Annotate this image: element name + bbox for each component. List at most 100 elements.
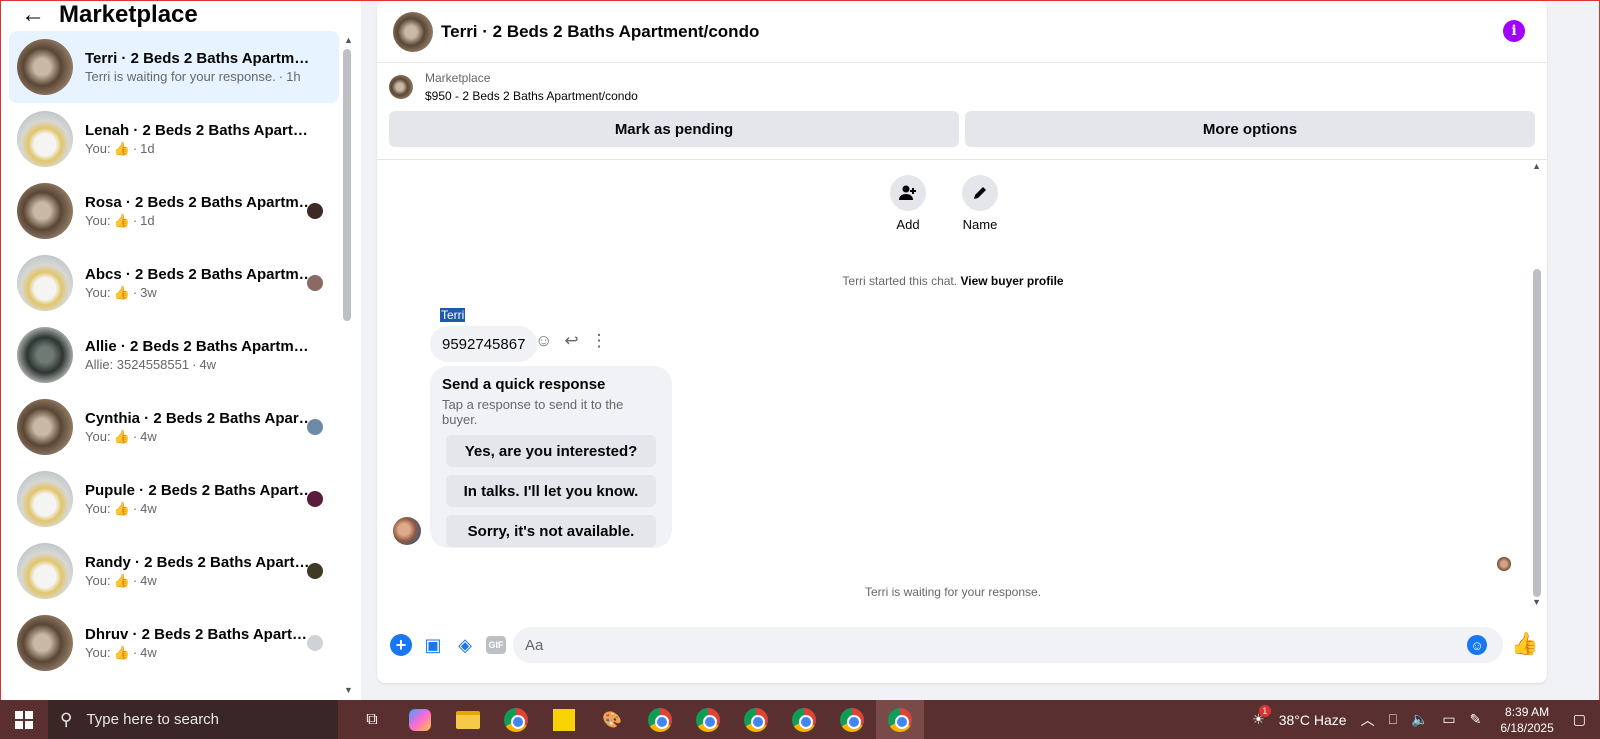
windows-taskbar: ⚲ Type here to search ⧉ 🎨 ☀ 1 38°C Haze ︿… <box>0 700 1600 739</box>
clock[interactable]: 8:39 AM 6/18/2025 <box>1500 704 1553 736</box>
chat-avatar[interactable] <box>393 11 433 52</box>
info-icon[interactable]: i <box>1503 20 1525 42</box>
weather-badge: 1 <box>1258 705 1271 717</box>
chrome-icon[interactable] <box>492 700 540 739</box>
view-buyer-profile-link[interactable]: View buyer profile <box>960 274 1063 288</box>
more-options-button[interactable]: More options <box>965 111 1535 147</box>
thumbs-up-icon: 👍 <box>113 284 130 300</box>
conversation-preview: You: <box>85 501 111 516</box>
conversation-item[interactable]: Abcs · 2 Beds 2 Baths Apartment/condo Yo… <box>9 247 339 319</box>
conversation-name: Abcs · 2 Beds 2 Baths Apartment/condo <box>85 265 315 283</box>
task-view-icon[interactable]: ⧉ <box>348 700 396 739</box>
conversation-item[interactable]: Pupule · 2 Beds 2 Baths Apartment/condo … <box>9 463 339 535</box>
conversation-preview: You: <box>85 141 111 156</box>
thumbs-up-send-icon[interactable]: 👍 <box>1511 631 1538 657</box>
volume-icon[interactable]: 🔈 <box>1411 711 1428 728</box>
weather-icon[interactable]: ☀ 1 <box>1252 705 1271 728</box>
separator: · <box>132 645 138 660</box>
listing-thumbnail <box>17 615 73 671</box>
meet-icon[interactable]: ⎕ <box>1389 711 1397 728</box>
notification-icon[interactable]: ▢ <box>1573 711 1586 728</box>
chrome-profile-icon[interactable] <box>636 700 684 739</box>
network-icon[interactable]: ▭ <box>1442 711 1455 728</box>
scroll-down-arrow-icon[interactable]: ▼ <box>1532 597 1541 607</box>
sticker-icon[interactable]: ◈ <box>454 634 476 656</box>
message-bubble[interactable]: 9592745867 <box>430 326 538 362</box>
sidebar-header: ← Marketplace <box>1 1 341 29</box>
chrome-profile-icon[interactable] <box>828 700 876 739</box>
conversation-time: 1d <box>140 213 155 228</box>
back-arrow-icon[interactable]: ← <box>21 3 45 27</box>
emoji-icon[interactable]: ☺ <box>1467 635 1487 655</box>
conversation-time: 4w <box>199 357 217 372</box>
chrome-profile-icon[interactable] <box>684 700 732 739</box>
separator: · <box>192 357 197 372</box>
chat-started-text: Terri started this chat. <box>842 274 958 288</box>
separator: · <box>132 213 138 228</box>
photo-icon[interactable]: ▣ <box>422 634 444 656</box>
listing-thumbnail <box>17 111 73 167</box>
file-explorer-icon[interactable] <box>444 700 492 739</box>
scroll-up-arrow-icon[interactable]: ▲ <box>1532 161 1541 171</box>
chrome-profile-icon[interactable] <box>876 700 924 739</box>
separator: · <box>132 501 138 516</box>
plus-icon[interactable]: + <box>390 634 412 656</box>
conversation-name: Dhruv · 2 Beds 2 Baths Apartment/condo <box>85 625 315 643</box>
add-people-button[interactable]: Add <box>889 175 927 232</box>
start-button[interactable] <box>0 700 48 739</box>
quick-reply-button[interactable]: Yes, are you interested? <box>446 435 656 467</box>
waiting-notice: Terri is waiting for your response. <box>864 585 1042 599</box>
taskbar-search[interactable]: ⚲ Type here to search <box>48 700 338 739</box>
messenger-window: ← Marketplace Terri · 2 Beds 2 Baths Apa… <box>0 0 1600 701</box>
react-smiley-icon[interactable]: ☺ <box>535 331 552 351</box>
gif-icon[interactable]: GIF <box>486 636 506 654</box>
thumbs-up-icon: 👍 <box>113 140 130 156</box>
thread-scrollbar-thumb[interactable] <box>1533 269 1541 597</box>
search-icon: ⚲ <box>60 709 73 729</box>
quick-reply-button[interactable]: Sorry, it's not available. <box>446 515 656 547</box>
reply-arrow-icon[interactable]: ↩ <box>564 331 578 351</box>
conversation-item[interactable]: Dhruv · 2 Beds 2 Baths Apartment/condo Y… <box>9 607 339 679</box>
name-chat-button[interactable]: Name <box>961 175 999 232</box>
buyer-avatar[interactable] <box>393 517 421 545</box>
paint-icon[interactable]: 🎨 <box>588 700 636 739</box>
listing-kicker: Marketplace <box>425 71 491 85</box>
chrome-profile-icon[interactable] <box>732 700 780 739</box>
chat-title[interactable]: Terri · 2 Beds 2 Baths Apartment/condo <box>441 22 759 42</box>
conversation-item[interactable]: Allie · 2 Beds 2 Baths Apartment/condo A… <box>9 319 339 391</box>
message-composer: + ▣ ◈ GIF ☺ 👍 <box>377 621 1547 669</box>
mark-as-pending-button[interactable]: Mark as pending <box>389 111 959 147</box>
chrome-profile-icon[interactable] <box>780 700 828 739</box>
thumbs-up-icon: 👍 <box>113 212 130 228</box>
listing-summary[interactable]: Marketplace $950 - 2 Beds 2 Baths Apartm… <box>377 63 1547 111</box>
taskbar-apps: ⧉ 🎨 <box>348 700 924 739</box>
chevron-up-icon[interactable]: ︿ <box>1361 710 1375 730</box>
scroll-down-arrow-icon[interactable]: ▼ <box>344 685 353 695</box>
chat-header: Terri · 2 Beds 2 Baths Apartment/condo <box>377 1 1547 63</box>
message-input[interactable] <box>513 627 1503 663</box>
sticky-notes-icon[interactable] <box>540 700 588 739</box>
weather-text[interactable]: 38°C Haze <box>1279 712 1347 728</box>
sidebar-scrollbar-thumb[interactable] <box>343 49 351 321</box>
conversation-item[interactable]: Cynthia · 2 Beds 2 Baths Apartment/condo… <box>9 391 339 463</box>
add-label: Add <box>896 217 920 232</box>
conversation-item[interactable]: Terri · 2 Beds 2 Baths Apartment/condo T… <box>9 31 339 103</box>
pen-icon[interactable]: ✎ <box>1470 711 1482 728</box>
quick-reply-button[interactable]: In talks. I'll let you know. <box>446 475 656 507</box>
scroll-up-arrow-icon[interactable]: ▲ <box>344 35 353 45</box>
chat-quick-actions: Add Name <box>889 175 999 232</box>
pencil-icon <box>962 175 998 211</box>
conversation-item[interactable]: Rosa · 2 Beds 2 Baths Apartment/condo Yo… <box>9 175 339 247</box>
conversation-name: Lenah · 2 Beds 2 Baths Apartment/condo <box>85 121 315 139</box>
conversation-item[interactable]: Lenah · 2 Beds 2 Baths Apartment/condo Y… <box>9 103 339 175</box>
conversation-preview: You: <box>85 213 111 228</box>
conversation-item[interactable]: Randy · 2 Beds 2 Baths Apartment/condo Y… <box>9 535 339 607</box>
copilot-icon[interactable] <box>396 700 444 739</box>
thumbs-up-icon: 👍 <box>113 644 130 660</box>
read-receipt-avatar <box>307 275 323 291</box>
conversation-preview: You: <box>85 429 111 444</box>
more-vertical-icon[interactable]: ⋮ <box>591 331 608 351</box>
listing-thumbnail <box>17 327 73 383</box>
listing-thumbnail <box>389 75 413 99</box>
listing-thumbnail <box>17 255 73 311</box>
